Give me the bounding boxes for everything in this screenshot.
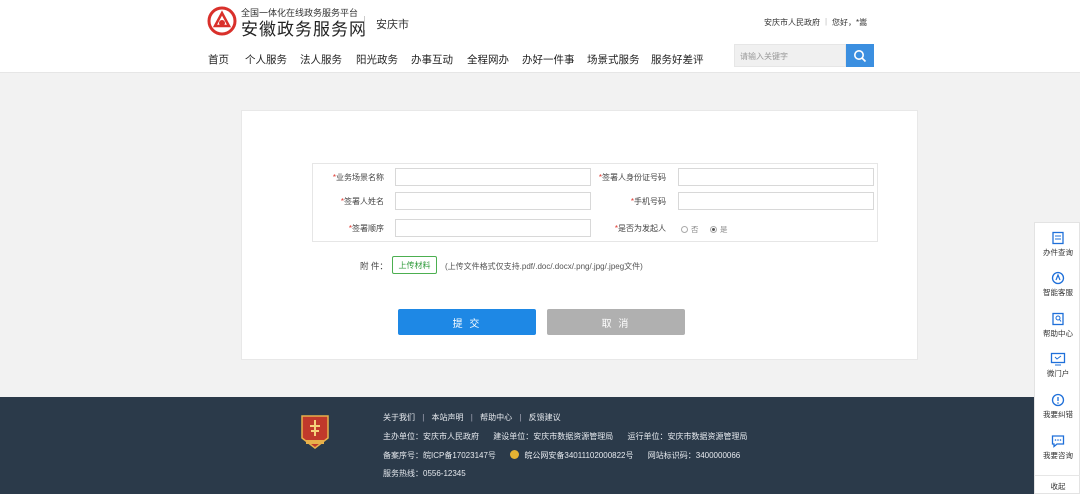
footer-links: 关于我们 | 本站声明 | 帮助中心 | 反馈建议: [383, 413, 561, 422]
floating-sidebar: 办件查询 智能客服 帮助中心 微门户 我要纠错 我要咨询 收起: [1034, 222, 1080, 494]
phone-input[interactable]: [678, 192, 874, 210]
service-icon: [1051, 271, 1065, 285]
label-scene-name: *业务场景名称: [332, 173, 384, 182]
label-is-initiator: *是否为发起人: [614, 224, 666, 233]
city-switcher[interactable]: 安庆市: [376, 16, 409, 32]
nav-interaction[interactable]: 办事互动: [411, 52, 453, 67]
radio-no-circle[interactable]: [681, 226, 688, 233]
police-link[interactable]: 皖公网安备34011102000822号: [524, 451, 633, 460]
search-icon: [854, 49, 867, 62]
sidebar-item-portal[interactable]: 微门户: [1035, 352, 1080, 379]
help-icon: [1052, 312, 1064, 326]
scene-name-input[interactable]: [395, 168, 591, 186]
query-icon: [1052, 231, 1064, 245]
footer-link-statement[interactable]: 本站声明: [432, 413, 464, 422]
nav-open-gov[interactable]: 阳光政务: [356, 52, 398, 67]
nav-online[interactable]: 全程网办: [467, 52, 509, 67]
footer-link-about[interactable]: 关于我们: [383, 413, 415, 422]
gov-badge[interactable]: [300, 414, 330, 450]
divider: [364, 16, 365, 30]
upload-hint: (上传文件格式仅支持.pdf/.doc/.docx/.png/.jpg/.jpe…: [445, 262, 643, 271]
search-button[interactable]: [846, 44, 874, 67]
footer-link-help[interactable]: 帮助中心: [480, 413, 512, 422]
nav-one-thing[interactable]: 办好一件事: [522, 52, 575, 67]
icp-link[interactable]: 备案序号：皖ICP备17023147号: [383, 451, 496, 460]
footer-hotline: 服务热线：0556-12345: [383, 469, 466, 478]
footer-registration: 备案序号：皖ICP备17023147号 皖公网安备34011102000822号…: [383, 450, 741, 460]
label-signer-name: *签署人姓名: [340, 197, 384, 206]
radio-no[interactable]: 否: [681, 224, 699, 235]
submit-button[interactable]: 提 交: [398, 309, 536, 335]
separator: |: [825, 17, 828, 26]
nav-scenario[interactable]: 场景式服务: [587, 52, 640, 67]
search-input[interactable]: 请输入关键字: [734, 44, 846, 67]
label-sign-order: *签署顺序: [348, 224, 384, 233]
signer-id-input[interactable]: [678, 168, 874, 186]
sign-order-input[interactable]: [395, 219, 591, 237]
logo-title[interactable]: 安徽政务服务网: [241, 15, 367, 40]
portal-icon: [1050, 352, 1066, 366]
logo-mark[interactable]: [207, 6, 237, 36]
label-phone: *手机号码: [630, 197, 666, 206]
sidebar-item-consult[interactable]: 我要咨询: [1035, 434, 1080, 461]
sidebar-collapse-button[interactable]: 收起: [1035, 475, 1080, 494]
sidebar-item-correction[interactable]: 我要纠错: [1035, 393, 1080, 420]
radio-yes[interactable]: 是: [710, 224, 728, 235]
upload-button[interactable]: 上传材料: [392, 256, 437, 274]
nav-evaluation[interactable]: 服务好差评: [651, 52, 704, 67]
correction-icon: [1051, 393, 1065, 407]
radio-yes-circle[interactable]: [710, 226, 717, 233]
cancel-button[interactable]: 取 消: [547, 309, 685, 335]
sidebar-item-help[interactable]: 帮助中心: [1035, 312, 1080, 339]
nav-corporate[interactable]: 法人服务: [300, 52, 342, 67]
consult-icon: [1051, 435, 1065, 448]
gov-link[interactable]: 安庆市人民政府: [764, 17, 820, 28]
user-greeting[interactable]: 您好，*嵩: [832, 17, 867, 28]
nav-home[interactable]: 首页: [208, 52, 229, 67]
label-signer-id: *签署人身份证号码: [598, 173, 666, 182]
sidebar-item-query[interactable]: 办件查询: [1035, 231, 1080, 258]
footer-link-feedback[interactable]: 反馈建议: [529, 413, 561, 422]
police-badge: [510, 450, 520, 459]
nav-personal[interactable]: 个人服务: [245, 52, 287, 67]
sidebar-item-service[interactable]: 智能客服: [1035, 271, 1080, 298]
footer-sponsors: 主办单位：安庆市人民政府 建设单位：安庆市数据资源管理局 运行单位：安庆市数据资…: [383, 432, 748, 441]
attachment-label: 附 件：: [360, 261, 388, 271]
signer-name-input[interactable]: [395, 192, 591, 210]
site-header: 全国一体化在线政务服务平台 安徽政务服务网 安庆市 安庆市人民政府 | 您好，*…: [0, 0, 1080, 73]
